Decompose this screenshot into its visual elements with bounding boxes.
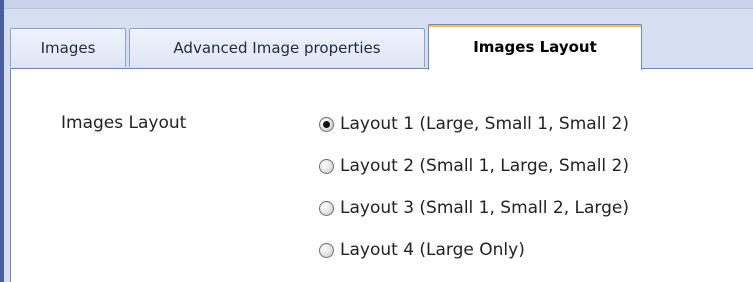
layout-option-2[interactable]: Layout 2 (Small 1, Large, Small 2) [319, 155, 629, 177]
layout-option-1[interactable]: Layout 1 (Large, Small 1, Small 2) [319, 113, 629, 135]
radio-button[interactable] [319, 200, 334, 216]
layout-option-label: Layout 3 (Small 1, Small 2, Large) [340, 198, 629, 218]
tab-images[interactable]: Images [10, 28, 126, 67]
radio-button[interactable] [319, 158, 334, 174]
images-layout-label: Images Layout [61, 113, 187, 133]
layout-radio-group: Layout 1 (Large, Small 1, Small 2) Layou… [319, 113, 629, 281]
title-strip [4, 0, 753, 9]
radio-button[interactable] [319, 242, 334, 258]
dialog-frame: Images Advanced Image properties Images … [0, 0, 753, 282]
layout-option-label: Layout 2 (Small 1, Large, Small 2) [340, 156, 629, 176]
tab-strip: Images Advanced Image properties Images … [10, 24, 753, 70]
tab-images-layout[interactable]: Images Layout [428, 24, 642, 70]
tab-advanced-image-properties[interactable]: Advanced Image properties [129, 28, 425, 67]
layout-option-3[interactable]: Layout 3 (Small 1, Small 2, Large) [319, 197, 629, 219]
layout-option-label: Layout 4 (Large Only) [340, 240, 525, 260]
tab-panel: Images Layout Layout 1 (Large, Small 1, … [10, 68, 753, 282]
layout-option-label: Layout 1 (Large, Small 1, Small 2) [340, 114, 629, 134]
window-border [0, 0, 4, 282]
radio-button-checked[interactable] [319, 116, 334, 132]
layout-option-4[interactable]: Layout 4 (Large Only) [319, 239, 629, 261]
